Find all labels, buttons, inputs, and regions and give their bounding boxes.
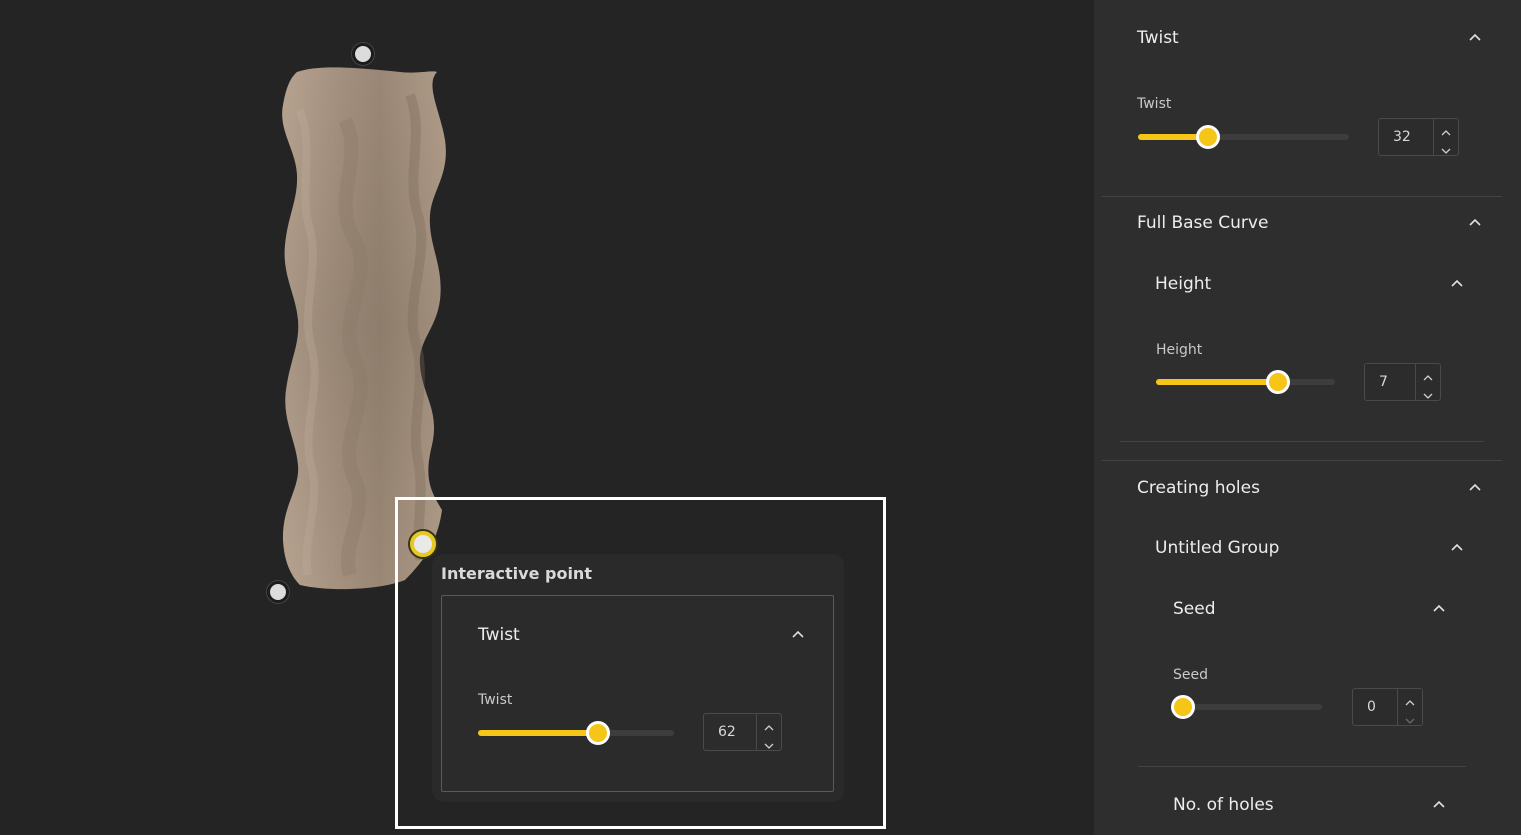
section-title-creating-holes[interactable]: Creating holes (1137, 478, 1260, 498)
popover-twist-label: Twist (478, 692, 513, 708)
viewport-3d[interactable]: Interactive point Twist Twist 62 (0, 0, 1094, 835)
height-spinner (1415, 364, 1440, 400)
group-divider (1120, 441, 1484, 442)
twist-slider-thumb[interactable] (1195, 125, 1220, 149)
popover-twist-slider[interactable] (478, 721, 674, 745)
chevron-up-icon[interactable] (1431, 797, 1447, 813)
twist-value: 32 (1393, 129, 1411, 145)
chevron-up-icon[interactable] (1441, 123, 1451, 136)
seed-slider[interactable] (1171, 695, 1322, 719)
twist-slider[interactable] (1138, 125, 1349, 149)
height-slider-thumb[interactable] (1265, 370, 1290, 394)
group-title-untitled-group[interactable]: Untitled Group (1155, 538, 1279, 558)
section-title-twist[interactable]: Twist (1137, 28, 1179, 48)
chevron-up-icon[interactable] (1467, 480, 1483, 496)
chevron-up-icon[interactable] (1467, 30, 1483, 46)
seed-spinner (1397, 689, 1422, 725)
chevron-up-icon[interactable] (1467, 215, 1483, 231)
height-slider-fill (1156, 379, 1278, 385)
group-title-height[interactable]: Height (1155, 274, 1211, 294)
chevron-down-icon[interactable] (764, 736, 774, 749)
height-value: 7 (1379, 374, 1388, 390)
twist-spinner (1433, 119, 1458, 155)
seed-label: Seed (1173, 667, 1208, 683)
section-title-full-base-curve[interactable]: Full Base Curve (1137, 213, 1268, 233)
seed-value: 0 (1367, 699, 1376, 715)
popover-twist-slider-fill (478, 730, 598, 736)
seed-slider-thumb[interactable] (1171, 695, 1195, 719)
seed-number-input[interactable]: 0 (1352, 688, 1423, 726)
popover-twist-spinner (756, 714, 781, 750)
popover-twist-value: 62 (718, 724, 736, 740)
twist-number-input[interactable]: 32 (1378, 118, 1459, 156)
height-label: Height (1156, 342, 1203, 358)
chevron-up-icon[interactable] (764, 718, 774, 731)
chevron-up-icon[interactable] (1449, 276, 1465, 292)
section-divider (1102, 196, 1502, 197)
group-title-no-of-holes[interactable]: No. of holes (1173, 795, 1274, 815)
chevron-down-icon[interactable] (1423, 386, 1433, 399)
popover-twist-number-input[interactable]: 62 (703, 713, 782, 751)
group-divider (1138, 766, 1466, 767)
chevron-up-icon[interactable] (1431, 601, 1447, 617)
section-divider (1102, 460, 1502, 461)
twist-label: Twist (1137, 96, 1172, 112)
interactive-point-popover: Interactive point Twist Twist 62 (432, 554, 844, 802)
popover-twist-slider-thumb[interactable] (585, 721, 610, 745)
chevron-up-icon[interactable] (1405, 693, 1415, 706)
group-title-seed[interactable]: Seed (1173, 599, 1216, 619)
chevron-down-icon[interactable] (1405, 711, 1415, 724)
popover-title: Interactive point (441, 564, 592, 583)
chevron-up-icon[interactable] (1423, 368, 1433, 381)
control-point-bottom[interactable] (267, 581, 289, 603)
control-point-top[interactable] (352, 43, 374, 65)
popover-section-title[interactable]: Twist (478, 625, 520, 645)
parameters-sidebar: Twist Twist 32 Full Base Curve Height He… (1094, 0, 1521, 835)
height-number-input[interactable]: 7 (1364, 363, 1441, 401)
height-slider[interactable] (1156, 370, 1335, 394)
chevron-down-icon[interactable] (1441, 141, 1451, 154)
chevron-up-icon[interactable] (1449, 540, 1465, 556)
popover-twist-panel: Twist Twist 62 (441, 595, 834, 792)
chevron-up-icon[interactable] (790, 627, 806, 643)
